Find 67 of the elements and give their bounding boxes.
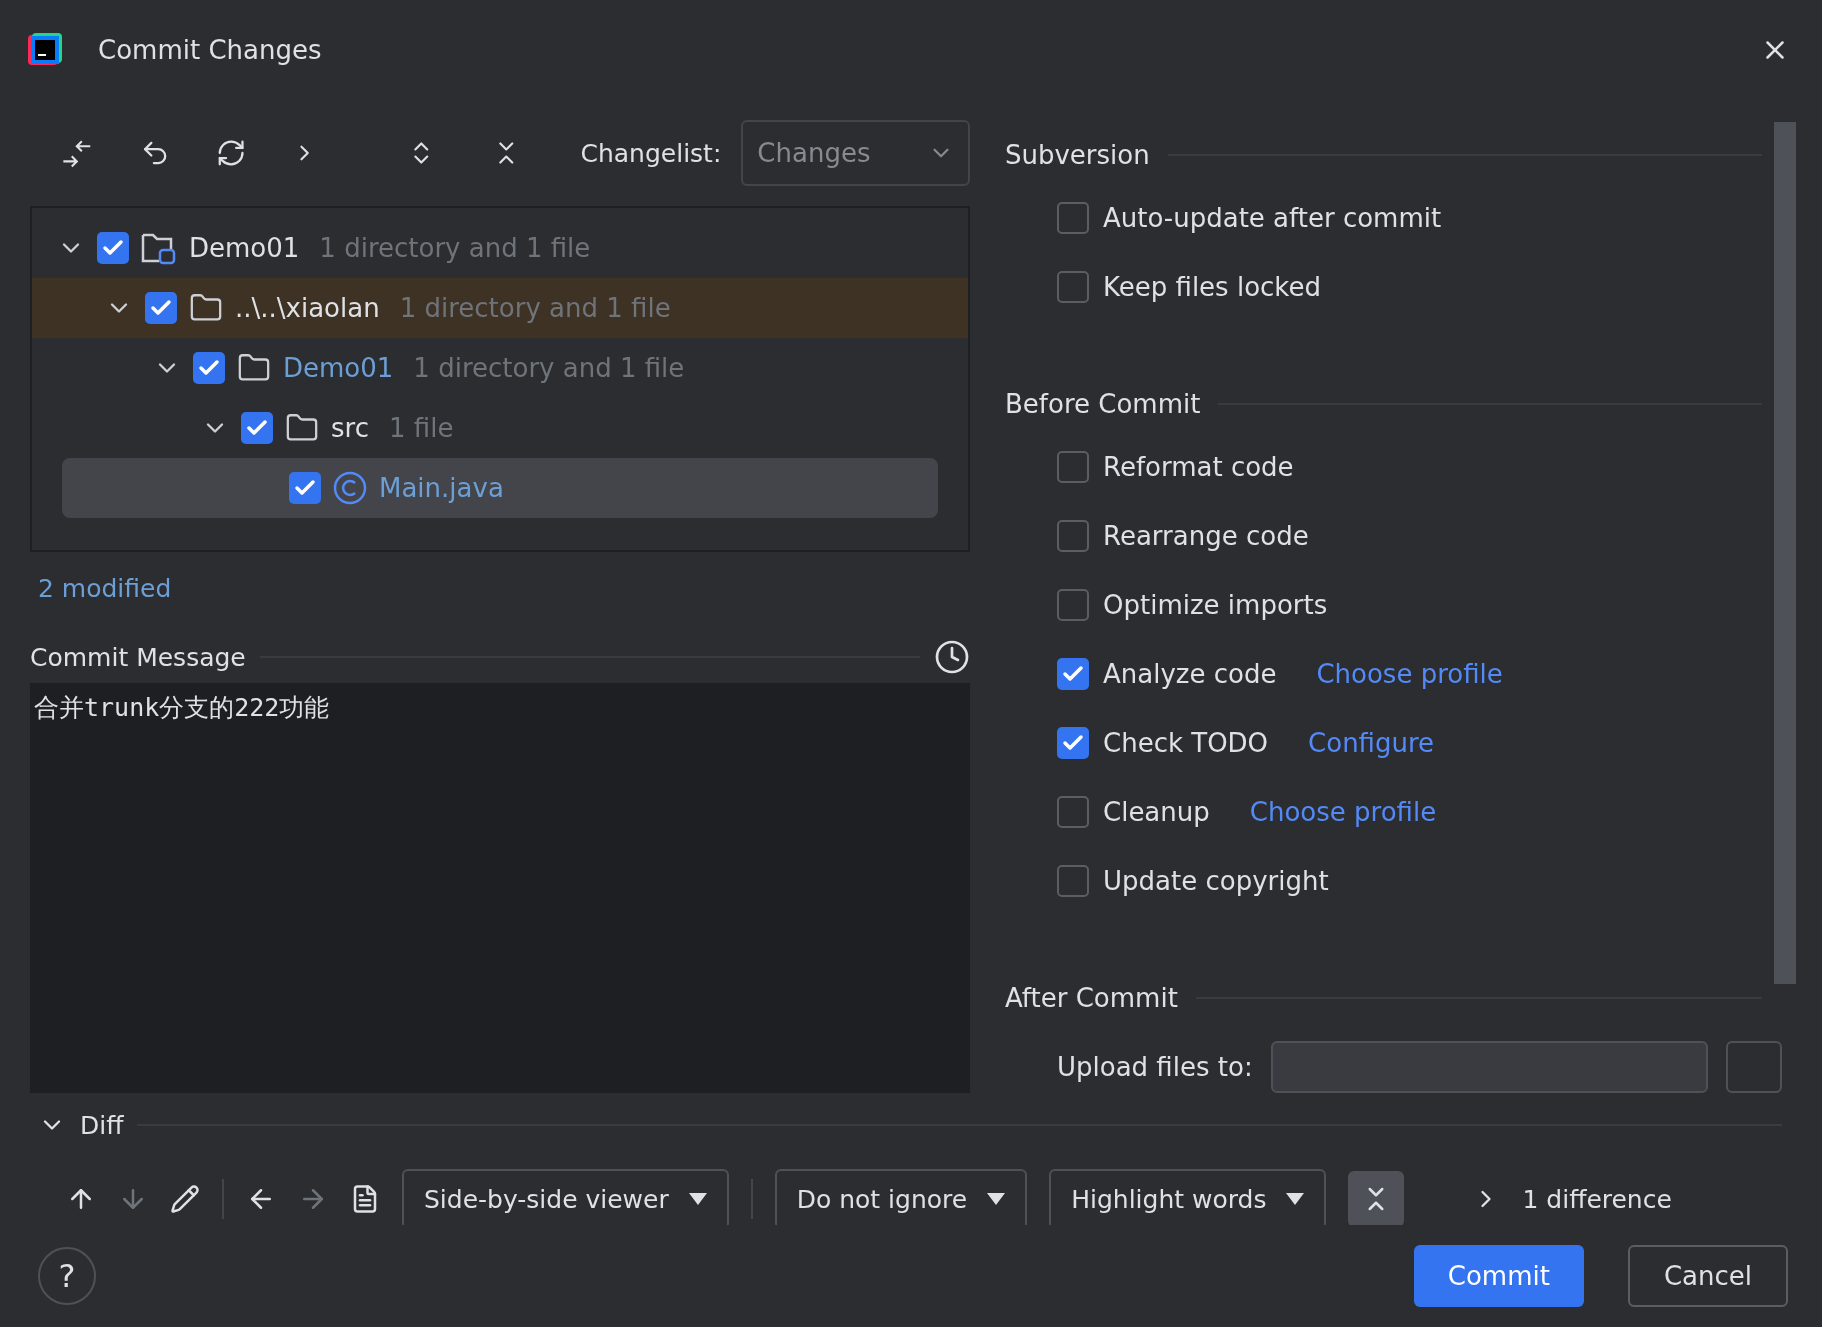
checkbox[interactable] bbox=[145, 292, 177, 324]
diff-dropdown[interactable]: Do not ignore bbox=[774, 1169, 1028, 1225]
tree-row[interactable]: src 1 file bbox=[32, 398, 968, 458]
diff-title: Diff bbox=[80, 1110, 124, 1140]
checkbox[interactable] bbox=[1057, 201, 1089, 234]
window-title: Commit Changes bbox=[98, 35, 323, 65]
checkbox[interactable] bbox=[1057, 451, 1089, 484]
node-detail: 1 directory and 1 file bbox=[413, 353, 685, 383]
node-name: src bbox=[331, 413, 369, 443]
checkbox[interactable] bbox=[193, 352, 225, 384]
checkbox[interactable] bbox=[1057, 727, 1089, 760]
section-title: Before Commit bbox=[1005, 389, 1201, 419]
collapse-button[interactable] bbox=[1348, 1171, 1405, 1225]
checkbox[interactable] bbox=[241, 412, 273, 444]
checkbox[interactable] bbox=[1057, 796, 1089, 829]
node-name: Demo01 bbox=[189, 233, 300, 263]
node-name: ..\..\xiaolan bbox=[235, 293, 380, 323]
option-label: Keep files locked bbox=[1103, 271, 1321, 302]
highlighted-tree-row[interactable]: ..\..\xiaolan 1 directory and 1 file bbox=[32, 278, 968, 338]
caret-icon bbox=[688, 1193, 707, 1205]
difference-count: 1 difference bbox=[1522, 1184, 1672, 1214]
commit-message-label: Commit Message bbox=[30, 642, 246, 672]
caret-icon bbox=[1286, 1193, 1305, 1205]
cancel-button[interactable]: Cancel bbox=[1627, 1245, 1788, 1307]
option-label: Reformat code bbox=[1103, 452, 1294, 483]
checkbox[interactable] bbox=[97, 232, 129, 264]
section-title: Subversion bbox=[1005, 139, 1150, 170]
node-detail: 1 directory and 1 file bbox=[319, 233, 591, 263]
option-label: Update copyright bbox=[1103, 866, 1329, 897]
option-label: Auto-update after commit bbox=[1103, 202, 1442, 233]
option-link[interactable]: Choose profile bbox=[1316, 659, 1503, 690]
node-detail: 1 file bbox=[388, 413, 454, 443]
modified-count: 2 modified bbox=[38, 574, 173, 603]
help-button[interactable]: ? bbox=[38, 1247, 96, 1305]
tree-row[interactable]: Demo01 1 directory and 1 file bbox=[32, 338, 968, 398]
diff-dropdown[interactable]: Highlight words bbox=[1049, 1169, 1327, 1225]
option-label: Check TODO bbox=[1103, 728, 1269, 759]
app-logo-icon bbox=[28, 33, 62, 67]
field-label: Upload files to: bbox=[1057, 1052, 1253, 1082]
node-name: Main.java bbox=[379, 473, 504, 503]
node-detail: 1 directory and 1 file bbox=[399, 293, 671, 323]
module-folder-icon bbox=[141, 231, 177, 265]
scrollbar[interactable] bbox=[1774, 122, 1796, 984]
checkbox[interactable] bbox=[1057, 589, 1089, 622]
section-title: After Commit bbox=[1005, 983, 1178, 1014]
commit-button[interactable]: Commit bbox=[1413, 1245, 1584, 1307]
changelist-dropdown[interactable]: Changes bbox=[741, 120, 970, 186]
checkbox[interactable] bbox=[1057, 658, 1089, 691]
option-link[interactable]: Choose profile bbox=[1249, 797, 1437, 828]
checkbox[interactable] bbox=[1057, 520, 1089, 553]
changelist-label: Changelist: bbox=[580, 138, 722, 168]
checkbox[interactable] bbox=[1057, 270, 1089, 303]
caret-icon bbox=[987, 1193, 1006, 1205]
checkbox[interactable] bbox=[289, 472, 321, 504]
pencil-icon[interactable] bbox=[170, 1184, 200, 1214]
option-link[interactable]: Configure bbox=[1308, 728, 1435, 759]
commit-message-field[interactable]: 合并trunk分支的222功能 bbox=[30, 683, 970, 1093]
option-label: Cleanup bbox=[1103, 797, 1210, 828]
option-label: Rearrange code bbox=[1103, 521, 1309, 552]
tree-row[interactable]: Demo01 1 directory and 1 file bbox=[32, 218, 968, 278]
checkbox[interactable] bbox=[1057, 865, 1089, 898]
history-icon[interactable] bbox=[934, 639, 970, 675]
option-label: Analyze code bbox=[1103, 659, 1277, 690]
option-label: Optimize imports bbox=[1103, 590, 1328, 621]
diff-dropdown[interactable]: Side-by-side viewer bbox=[402, 1169, 729, 1225]
node-name: Demo01 bbox=[283, 353, 394, 383]
class-icon bbox=[333, 471, 367, 505]
